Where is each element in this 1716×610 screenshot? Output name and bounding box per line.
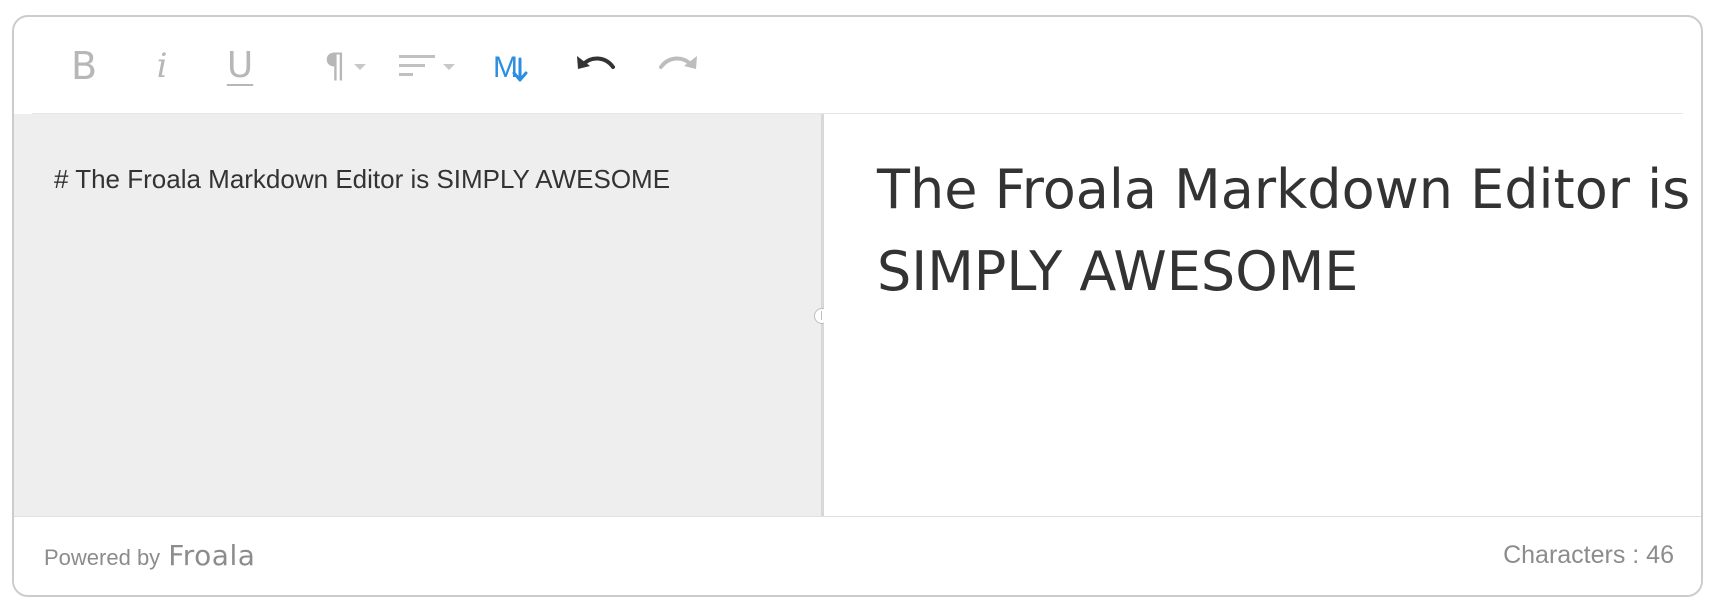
froala-logo: Froala — [168, 539, 256, 572]
paragraph-format-button[interactable]: ¶ — [310, 41, 380, 91]
undo-button[interactable] — [568, 41, 622, 91]
powered-by-link[interactable]: Powered by Froala — [44, 539, 255, 572]
svg-text:M: M — [493, 51, 518, 83]
markdown-button[interactable]: M — [484, 41, 538, 91]
underline-button[interactable]: U — [214, 41, 266, 91]
italic-icon: i — [156, 46, 168, 86]
align-left-icon — [399, 55, 435, 76]
italic-button[interactable]: i — [136, 41, 188, 91]
paragraph-icon: ¶ — [324, 46, 346, 86]
underline-icon: U — [226, 45, 254, 86]
bold-button[interactable]: B — [58, 41, 110, 91]
preview-heading: The Froala Markdown Editor is SIMPLY AWE… — [877, 158, 1691, 303]
powered-by-label: Powered by — [44, 545, 161, 570]
editor-content: # The Froala Markdown Editor is SIMPLY A… — [14, 114, 1701, 516]
markdown-source-pane[interactable]: # The Froala Markdown Editor is SIMPLY A… — [14, 114, 824, 516]
toolbar: B i U ¶ M — [14, 17, 1701, 113]
markdown-editor: B i U ¶ M # The Froala Markdown Editor i… — [12, 15, 1703, 597]
footer: Powered by Froala Characters : 46 — [14, 516, 1701, 595]
preview-pane: The Froala Markdown Editor is SIMPLY AWE… — [824, 114, 1701, 516]
character-counter: Characters : 46 — [1503, 541, 1674, 569]
markdown-source-text[interactable]: # The Froala Markdown Editor is SIMPLY A… — [54, 164, 670, 195]
undo-icon — [577, 56, 615, 69]
redo-button[interactable] — [652, 41, 706, 91]
chevron-down-icon — [443, 64, 455, 70]
redo-icon — [659, 56, 697, 69]
align-button[interactable] — [388, 41, 466, 91]
bold-icon: B — [70, 44, 98, 88]
markdown-icon: M — [493, 51, 528, 83]
chevron-down-icon — [353, 64, 366, 70]
